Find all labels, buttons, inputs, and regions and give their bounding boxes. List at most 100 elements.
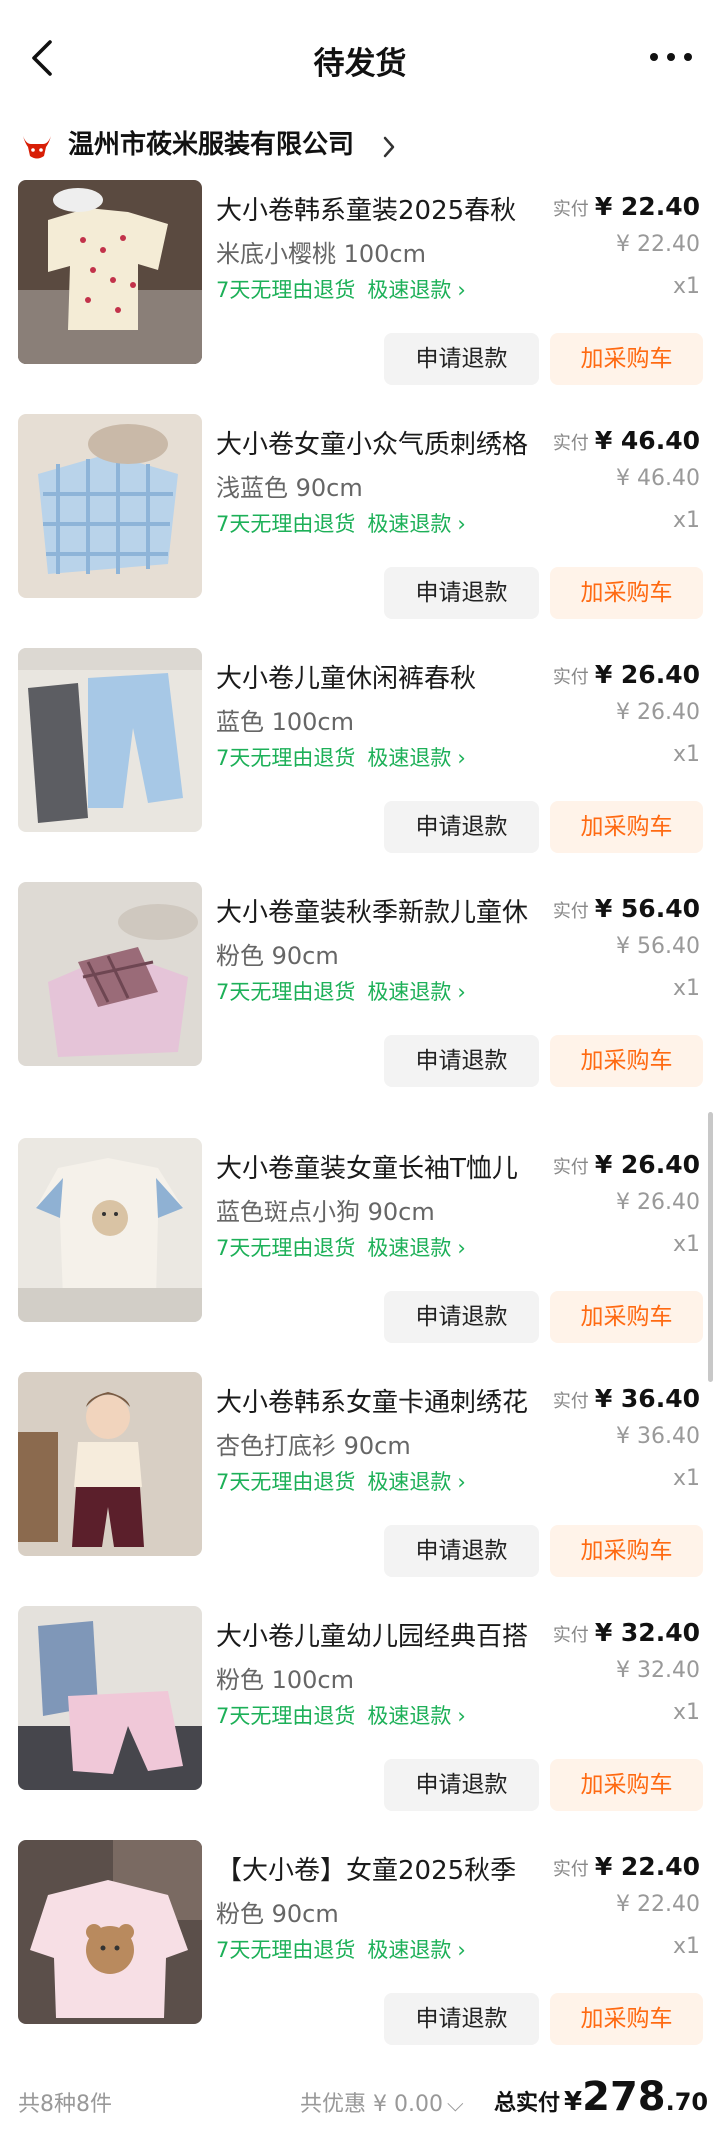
- paid-label: 实付: [552, 199, 589, 220]
- add-to-cart-button[interactable]: 加采购车: [550, 1035, 703, 1087]
- order-item[interactable]: 大小卷女童小众气质刺绣格 浅蓝色 90cm 7天无理由退货 极速退款 › 实付 ¥ 4…: [0, 414, 720, 649]
- paid-price: 实付 ¥ 26.40: [553, 660, 700, 689]
- paid-price: 实付 ¥ 22.40: [553, 1852, 700, 1881]
- add-to-cart-button[interactable]: 加采购车: [550, 1525, 703, 1577]
- service-tags[interactable]: 7天无理由退货 极速退款 ›: [216, 976, 466, 1006]
- paid-label: 实付: [552, 901, 589, 922]
- paid-amount: ¥ 26.40: [594, 1150, 700, 1179]
- service-tags[interactable]: 7天无理由退货 极速退款 ›: [216, 508, 466, 538]
- product-spec: 杏色打底衫 90cm: [216, 1432, 411, 1460]
- product-image[interactable]: [18, 882, 202, 1066]
- chevron-right-icon: ›: [457, 1938, 466, 1962]
- request-refund-button[interactable]: 申请退款: [384, 1291, 539, 1343]
- request-refund-button[interactable]: 申请退款: [384, 1035, 539, 1087]
- chevron-right-icon[interactable]: [380, 132, 398, 162]
- request-refund-button[interactable]: 申请退款: [384, 1525, 539, 1577]
- product-image[interactable]: [18, 1840, 202, 2024]
- order-item[interactable]: 大小卷童装秋季新款儿童休 粉色 90cm 7天无理由退货 极速退款 › 实付 ¥ 56…: [0, 882, 720, 1117]
- order-item[interactable]: 大小卷儿童休闲裤春秋 蓝色 100cm 7天无理由退货 极速退款 › 实付 ¥ 26.…: [0, 648, 720, 883]
- request-refund-button[interactable]: 申请退款: [384, 1759, 539, 1811]
- return-policy-tag: 7天无理由退货: [216, 980, 356, 1004]
- quantity: x1: [672, 1700, 700, 1725]
- request-refund-button[interactable]: 申请退款: [384, 801, 539, 853]
- add-to-cart-button[interactable]: 加采购车: [550, 1759, 703, 1811]
- total-paid: 总实付 ¥278.70: [494, 2074, 708, 2120]
- paid-price: 实付 ¥ 22.40: [553, 192, 700, 221]
- paid-amount: ¥ 22.40: [594, 192, 700, 221]
- total-label: 总实付: [494, 2091, 561, 2116]
- quantity: x1: [672, 742, 700, 767]
- chevron-down-icon: ⌵: [446, 2092, 464, 2117]
- paid-label: 实付: [552, 1157, 589, 1178]
- total-integer: 278: [582, 2074, 666, 2120]
- product-spec: 浅蓝色 90cm: [216, 474, 363, 502]
- order-item[interactable]: 大小卷儿童幼儿园经典百搭 粉色 100cm 7天无理由退货 极速退款 › 实付 ¥ 3…: [0, 1606, 720, 1841]
- product-name[interactable]: 大小卷童装秋季新款儿童休: [216, 892, 556, 929]
- product-spec: 粉色 100cm: [216, 1666, 355, 1694]
- add-to-cart-button[interactable]: 加采购车: [550, 333, 703, 385]
- product-name[interactable]: 【大小卷】女童2025秋季: [216, 1850, 556, 1887]
- product-name[interactable]: 大小卷韩系女童卡通刺绣花: [216, 1382, 556, 1419]
- add-to-cart-button[interactable]: 加采购车: [550, 567, 703, 619]
- product-name[interactable]: 大小卷童装女童长袖T恤儿: [216, 1148, 556, 1185]
- service-tags[interactable]: 7天无理由退货 极速退款 ›: [216, 1700, 466, 1730]
- paid-price: 实付 ¥ 46.40: [553, 426, 700, 455]
- product-name[interactable]: 大小卷儿童休闲裤春秋: [216, 658, 556, 695]
- shop-header[interactable]: 温州市莜米服装有限公司: [0, 118, 720, 180]
- total-currency: ¥: [564, 2087, 583, 2117]
- paid-label: 实付: [552, 1859, 589, 1880]
- original-price: ¥ 46.40: [616, 466, 700, 491]
- order-item[interactable]: 大小卷韩系女童卡通刺绣花 杏色打底衫 90cm 7天无理由退货 极速退款 › 实付 ¥…: [0, 1372, 720, 1607]
- quantity: x1: [672, 508, 700, 533]
- total-decimal: .70: [665, 2088, 709, 2116]
- shop-name[interactable]: 温州市莜米服装有限公司: [68, 124, 354, 161]
- quantity: x1: [672, 1466, 700, 1491]
- page-title: 待发货: [313, 46, 407, 82]
- product-name[interactable]: 大小卷女童小众气质刺绣格: [216, 424, 556, 461]
- service-tags[interactable]: 7天无理由退货 极速退款 ›: [216, 274, 466, 304]
- quantity: x1: [672, 1934, 700, 1959]
- add-to-cart-button[interactable]: 加采购车: [550, 801, 703, 853]
- quantity: x1: [672, 976, 700, 1001]
- scrollbar[interactable]: [708, 1112, 713, 1382]
- order-item[interactable]: 【大小卷】女童2025秋季 粉色 90cm 7天无理由退货 极速退款 › 实付 ¥ 2…: [0, 1840, 720, 2075]
- product-image[interactable]: [18, 414, 202, 598]
- paid-amount: ¥ 26.40: [594, 660, 700, 689]
- add-to-cart-button[interactable]: 加采购车: [550, 1291, 703, 1343]
- request-refund-button[interactable]: 申请退款: [384, 333, 539, 385]
- order-item[interactable]: 大小卷童装女童长袖T恤儿 蓝色斑点小狗 90cm 7天无理由退货 极速退款 › 实付…: [0, 1138, 720, 1373]
- product-name[interactable]: 大小卷韩系童装2025春秋: [216, 190, 556, 227]
- return-policy-tag: 7天无理由退货: [216, 1470, 356, 1494]
- chevron-right-icon: ›: [457, 980, 466, 1004]
- service-tags[interactable]: 7天无理由退货 极速退款 ›: [216, 1934, 466, 1964]
- order-item[interactable]: 大小卷韩系童装2025春秋 米底小樱桃 100cm 7天无理由退货 极速退款 › 实…: [0, 180, 720, 415]
- fast-refund-tag: 极速退款: [367, 1470, 452, 1494]
- product-name[interactable]: 大小卷儿童幼儿园经典百搭: [216, 1616, 556, 1653]
- original-price: ¥ 22.40: [616, 232, 700, 257]
- chevron-right-icon: ›: [457, 278, 466, 302]
- product-image[interactable]: [18, 1372, 202, 1556]
- return-policy-tag: 7天无理由退货: [216, 512, 356, 536]
- fast-refund-tag: 极速退款: [367, 1704, 452, 1728]
- paid-price: 实付 ¥ 26.40: [553, 1150, 700, 1179]
- fast-refund-tag: 极速退款: [367, 1938, 452, 1962]
- return-policy-tag: 7天无理由退货: [216, 1236, 356, 1260]
- service-tags[interactable]: 7天无理由退货 极速退款 ›: [216, 1466, 466, 1496]
- product-image[interactable]: [18, 180, 202, 364]
- service-tags[interactable]: 7天无理由退货 极速退款 ›: [216, 742, 466, 772]
- product-spec: 粉色 90cm: [216, 942, 339, 970]
- product-image[interactable]: [18, 1138, 202, 1322]
- item-count: 共8种8件: [18, 2092, 112, 2117]
- add-to-cart-button[interactable]: 加采购车: [550, 1993, 703, 2045]
- discount-summary[interactable]: 共优惠 ¥ 0.00 ⌵: [300, 2086, 464, 2118]
- fast-refund-tag: 极速退款: [367, 512, 452, 536]
- chevron-right-icon: ›: [457, 512, 466, 536]
- request-refund-button[interactable]: 申请退款: [384, 1993, 539, 2045]
- product-image[interactable]: [18, 648, 202, 832]
- service-tags[interactable]: 7天无理由退货 极速退款 ›: [216, 1232, 466, 1262]
- more-dots-icon[interactable]: [646, 42, 696, 72]
- request-refund-button[interactable]: 申请退款: [384, 567, 539, 619]
- return-policy-tag: 7天无理由退货: [216, 1938, 356, 1962]
- product-image[interactable]: [18, 1606, 202, 1790]
- original-price: ¥ 56.40: [616, 934, 700, 959]
